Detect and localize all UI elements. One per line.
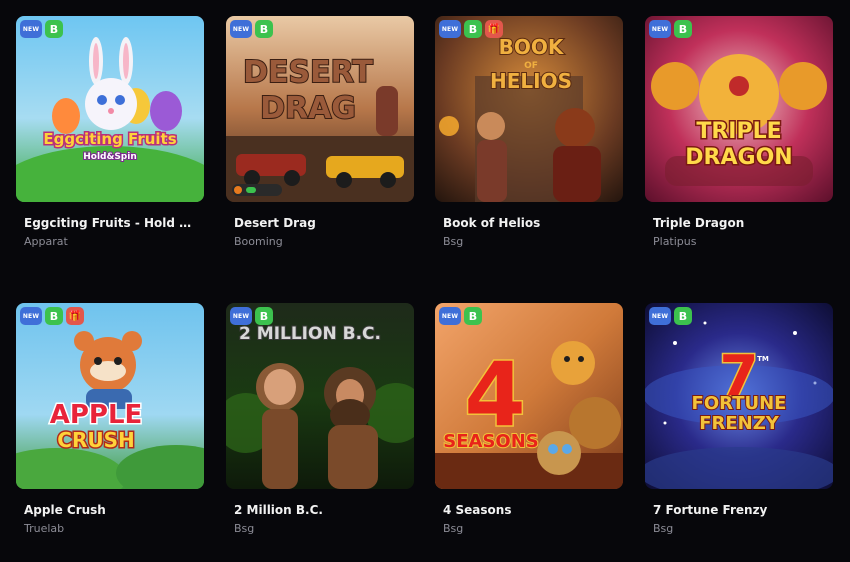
game-thumbnail[interactable]: NEW B DESERT DRAG bbox=[226, 16, 414, 202]
bitcoin-icon: B bbox=[45, 307, 63, 325]
game-thumbnail[interactable]: NEW B TRIPLE DRAGON bbox=[645, 16, 833, 202]
raccoon-icon bbox=[16, 303, 204, 489]
badge-group: NEW B bbox=[230, 307, 273, 325]
game-thumbnail[interactable]: NEW B 🎁 APPLE CRUSH bbox=[16, 303, 204, 489]
badge-group: NEW B bbox=[649, 20, 692, 38]
game-card-book-of-helios[interactable]: NEW B 🎁 BOOK OF HELIOS Book of Helios Bs… bbox=[435, 16, 623, 266]
game-card-2-million-bc[interactable]: NEW B 2 MILLION B.C. 2 Million B.C. Bsg bbox=[226, 303, 414, 553]
bitcoin-icon: B bbox=[464, 307, 482, 325]
game-title[interactable]: 7 Fortune Frenzy bbox=[653, 503, 829, 517]
animals-icon bbox=[435, 303, 623, 489]
game-provider: Booming bbox=[234, 235, 283, 248]
game-card-triple-dragon[interactable]: NEW B TRIPLE DRAGON Triple Dragon Platip… bbox=[645, 16, 833, 266]
game-title[interactable]: 2 Million B.C. bbox=[234, 503, 410, 517]
new-badge: NEW bbox=[649, 307, 671, 325]
game-title[interactable]: Eggciting Fruits - Hold & ... bbox=[24, 216, 200, 230]
game-thumbnail[interactable]: NEW B 2 MILLION B.C. bbox=[226, 303, 414, 489]
new-badge: NEW bbox=[20, 307, 42, 325]
gift-icon: 🎁 bbox=[485, 20, 503, 38]
game-title[interactable]: Desert Drag bbox=[234, 216, 410, 230]
bitcoin-icon: B bbox=[674, 307, 692, 325]
badge-group: NEW B bbox=[439, 307, 482, 325]
game-provider: Bsg bbox=[443, 235, 464, 248]
game-provider: Platipus bbox=[653, 235, 697, 248]
game-card-4-seasons[interactable]: NEW B 4 SEASONS 4 Seasons Bsg bbox=[435, 303, 623, 553]
game-thumbnail[interactable]: NEW B 4 SEASONS bbox=[435, 303, 623, 489]
game-thumbnail[interactable]: NEW B 7 TM FORTUNE FRENZY bbox=[645, 303, 833, 489]
badge-group: NEW B bbox=[230, 20, 273, 38]
game-card-7-fortune-frenzy[interactable]: NEW B 7 TM FORTUNE FRENZY 7 Fortune Fren… bbox=[645, 303, 833, 553]
bitcoin-icon: B bbox=[255, 307, 273, 325]
game-provider: Bsg bbox=[653, 522, 674, 535]
game-card-apple-crush[interactable]: NEW B 🎁 APPLE CRUSH Apple Crush Truelab bbox=[16, 303, 204, 553]
game-provider: Apparat bbox=[24, 235, 68, 248]
easter-bunny-icon bbox=[16, 16, 204, 202]
game-title[interactable]: Book of Helios bbox=[443, 216, 619, 230]
new-badge: NEW bbox=[230, 307, 252, 325]
bitcoin-icon: B bbox=[45, 20, 63, 38]
warrior-icon bbox=[435, 16, 623, 202]
new-badge: NEW bbox=[20, 20, 42, 38]
game-thumbnail[interactable]: NEW B Eggciting Fruits Hold&Spin bbox=[16, 16, 204, 202]
lucky-seven-icon bbox=[645, 303, 833, 489]
game-provider: Bsg bbox=[234, 522, 255, 535]
new-badge: NEW bbox=[230, 20, 252, 38]
badge-group: NEW B 🎁 bbox=[439, 20, 503, 38]
game-grid: NEW B Eggciting Fruits Hold&Spin Eggciti… bbox=[0, 0, 850, 562]
new-badge: NEW bbox=[439, 20, 461, 38]
gift-icon: 🎁 bbox=[66, 307, 84, 325]
badge-group: NEW B bbox=[20, 20, 63, 38]
game-title[interactable]: Apple Crush bbox=[24, 503, 200, 517]
bitcoin-icon: B bbox=[255, 20, 273, 38]
dragon-icon bbox=[645, 16, 833, 202]
new-badge: NEW bbox=[439, 307, 461, 325]
game-provider: Truelab bbox=[24, 522, 65, 535]
game-title[interactable]: Triple Dragon bbox=[653, 216, 829, 230]
game-title[interactable]: 4 Seasons bbox=[443, 503, 619, 517]
racing-car-icon bbox=[226, 16, 414, 202]
bitcoin-icon: B bbox=[464, 20, 482, 38]
game-card-eggciting-fruits[interactable]: NEW B Eggciting Fruits Hold&Spin Eggciti… bbox=[16, 16, 204, 266]
game-card-desert-drag[interactable]: NEW B DESERT DRAG Desert Drag Booming bbox=[226, 16, 414, 266]
badge-group: NEW B 🎁 bbox=[20, 307, 84, 325]
new-badge: NEW bbox=[649, 20, 671, 38]
bitcoin-icon: B bbox=[674, 20, 692, 38]
game-provider: Bsg bbox=[443, 522, 464, 535]
caveman-icon bbox=[226, 303, 414, 489]
badge-group: NEW B bbox=[649, 307, 692, 325]
game-thumbnail[interactable]: NEW B 🎁 BOOK OF HELIOS bbox=[435, 16, 623, 202]
